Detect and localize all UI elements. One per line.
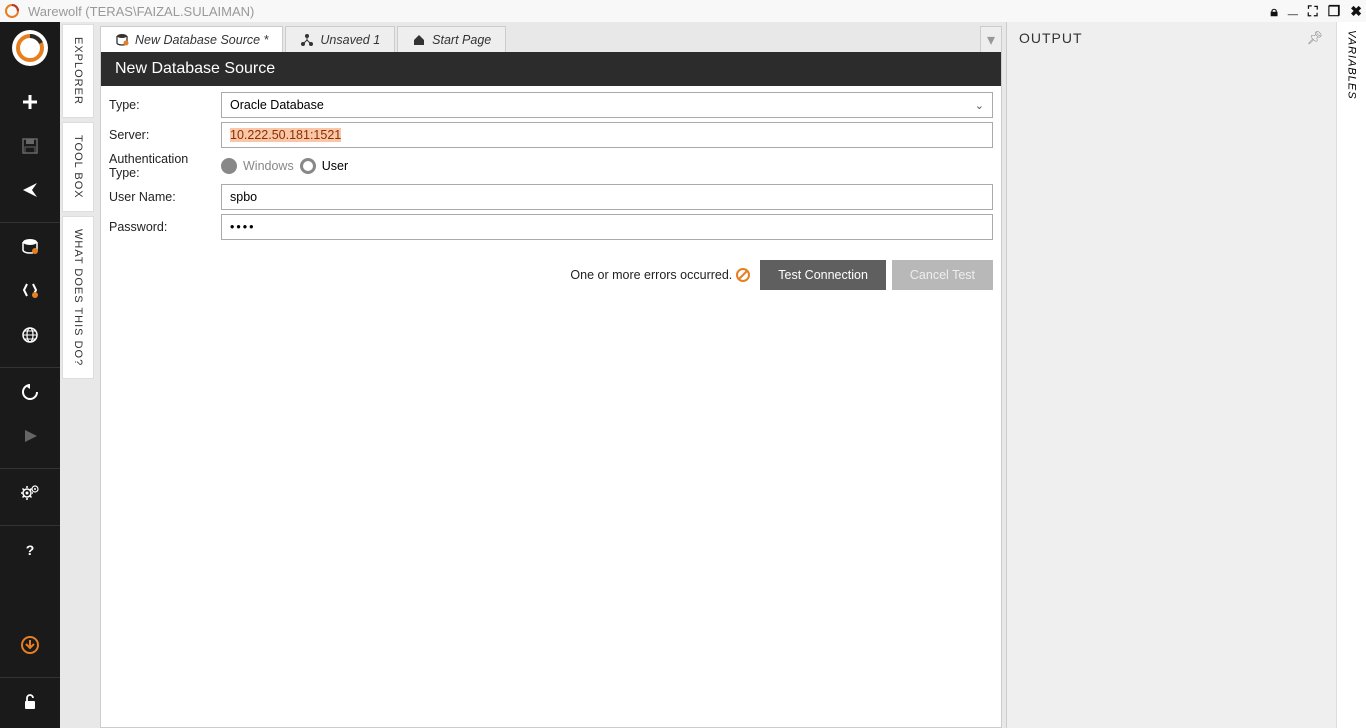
settings-icon[interactable] [0, 475, 60, 511]
explorer-label: EXPLORER [72, 25, 84, 117]
server-value: 10.222.50.181:1521 [230, 128, 341, 142]
tab-unsaved-1[interactable]: Unsaved 1 [285, 26, 395, 52]
chevron-down-icon: ⌄ [975, 99, 984, 112]
deploy-icon[interactable] [0, 172, 60, 208]
title-bar: Warewolf (TERAS\FAIZAL.SULAIMAN) 🔒︎ _ ⛶ … [0, 0, 1366, 22]
debug-icon[interactable] [0, 418, 60, 454]
whatdoes-panel-tab[interactable]: WHAT DOES THIS DO? [62, 216, 94, 379]
main-content: New Database Source * Unsaved 1 Start Pa… [96, 22, 1006, 728]
type-label: Type: [109, 98, 221, 112]
close-button[interactable]: ✖ [1350, 3, 1362, 20]
restore-button[interactable]: ❐ [1328, 3, 1341, 20]
download-icon[interactable] [0, 627, 60, 663]
unlock-icon[interactable] [0, 684, 60, 720]
minimize-button[interactable]: _ [1288, 0, 1298, 18]
collapsed-panels: EXPLORER TOOL BOX WHAT DOES THIS DO? [60, 22, 96, 728]
error-icon [736, 268, 750, 282]
scheduler-icon[interactable] [0, 374, 60, 410]
new-icon[interactable] [0, 84, 60, 120]
output-title: OUTPUT [1019, 30, 1083, 46]
auth-user-radio[interactable] [300, 158, 316, 174]
variables-panel-tab[interactable]: VARIABLES [1336, 22, 1366, 728]
tab-label: New Database Source * [135, 33, 268, 47]
lock-icon[interactable]: 🔒︎ [1270, 3, 1277, 20]
server-label: Server: [109, 128, 221, 142]
home-icon [412, 33, 426, 47]
cancel-test-button: Cancel Test [892, 260, 993, 290]
auth-type-label: Authentication Type: [109, 152, 221, 180]
save-icon[interactable] [0, 128, 60, 164]
maximize-button[interactable]: ⛶ [1308, 3, 1318, 20]
plugin-source-icon[interactable] [0, 273, 60, 309]
type-value: Oracle Database [230, 98, 324, 112]
output-panel: OUTPUT 📌︎ [1006, 22, 1336, 728]
type-select[interactable]: Oracle Database ⌄ [221, 92, 993, 118]
database-source-card: New Database Source Type: Oracle Databas… [100, 52, 1002, 728]
error-text: One or more errors occurred. [570, 268, 732, 282]
variables-label: VARIABLES [1346, 30, 1358, 100]
warewolf-logo-icon[interactable] [12, 30, 48, 66]
tabs-overflow-button[interactable]: ▾ [980, 26, 1002, 52]
database-icon [115, 33, 129, 47]
app-logo-icon [4, 3, 20, 19]
svg-text:?: ? [26, 542, 35, 558]
error-message: One or more errors occurred. [570, 268, 750, 282]
card-header: New Database Source [101, 52, 1001, 86]
workflow-icon [300, 33, 314, 47]
whatdoes-label: WHAT DOES THIS DO? [72, 217, 84, 378]
toolbox-label: TOOL BOX [72, 123, 84, 211]
help-icon[interactable]: ? [0, 532, 60, 568]
window-buttons: 🔒︎ _ ⛶ ❐ ✖ [1270, 1, 1362, 22]
tab-start-page[interactable]: Start Page [397, 26, 506, 52]
explorer-panel-tab[interactable]: EXPLORER [62, 24, 94, 118]
web-source-icon[interactable] [0, 317, 60, 353]
window-title: Warewolf (TERAS\FAIZAL.SULAIMAN) [28, 4, 1270, 19]
pin-icon[interactable]: 📌︎ [1306, 30, 1324, 46]
password-value: •••• [230, 220, 256, 234]
password-label: Password: [109, 220, 221, 234]
output-header: OUTPUT 📌︎ [1007, 22, 1336, 54]
document-tabs: New Database Source * Unsaved 1 Start Pa… [96, 22, 1006, 52]
database-source-icon[interactable] [0, 229, 60, 265]
test-connection-button[interactable]: Test Connection [760, 260, 886, 290]
username-label: User Name: [109, 190, 221, 204]
database-source-form: Type: Oracle Database ⌄ Server: 10.222.5… [101, 86, 1001, 250]
button-row: One or more errors occurred. Test Connec… [101, 260, 1001, 298]
auth-user-label: User [322, 159, 348, 173]
auth-windows-label: Windows [243, 159, 294, 173]
tab-label: Unsaved 1 [320, 33, 380, 47]
username-input[interactable] [221, 184, 993, 210]
tab-label: Start Page [432, 33, 491, 47]
left-sidebar: ? [0, 22, 60, 728]
tab-new-database-source[interactable]: New Database Source * [100, 26, 283, 52]
toolbox-panel-tab[interactable]: TOOL BOX [62, 122, 94, 212]
auth-windows-radio[interactable] [221, 158, 237, 174]
password-input[interactable]: •••• [221, 214, 993, 240]
server-input[interactable]: 10.222.50.181:1521 [221, 122, 993, 148]
